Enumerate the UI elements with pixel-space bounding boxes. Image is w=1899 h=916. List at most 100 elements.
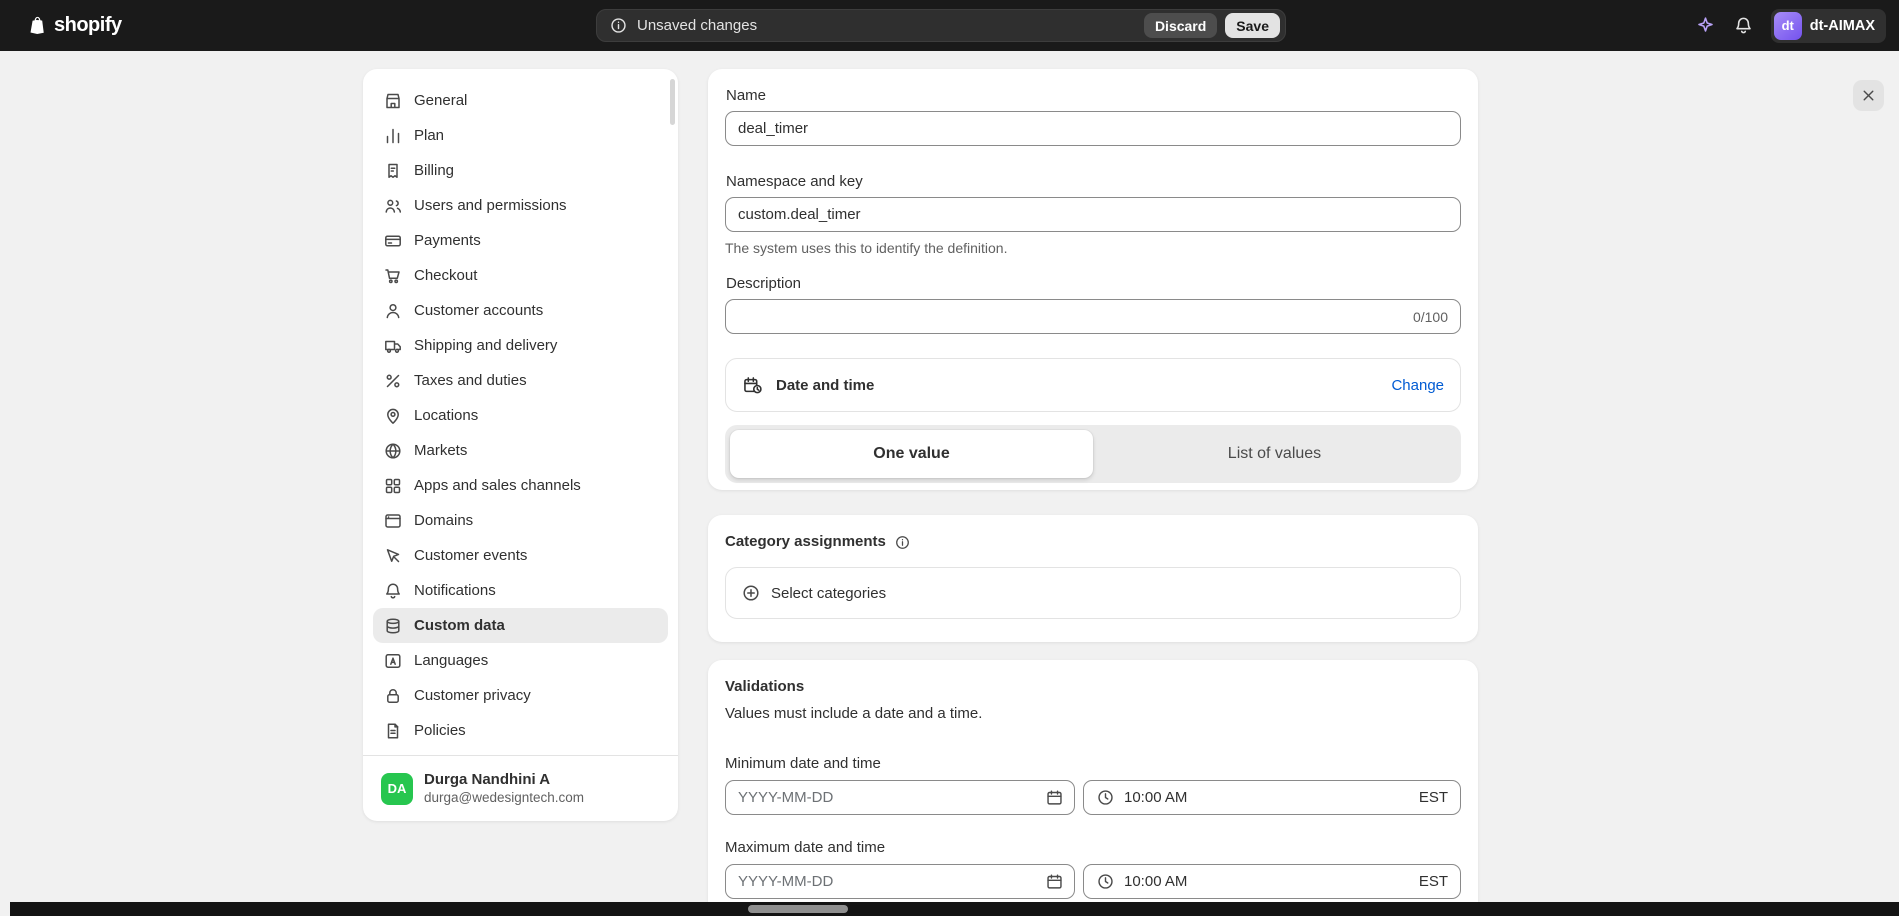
info-icon[interactable] (894, 534, 911, 551)
user-name: Durga Nandhini A (424, 771, 584, 789)
namespace-help-text: The system uses this to identify the def… (725, 240, 1461, 257)
max-time-value: 10:00 AM (1124, 873, 1187, 890)
sidebar-item-label: Customer accounts (414, 302, 543, 319)
namespace-input[interactable] (725, 197, 1461, 232)
sidebar-item-label: Apps and sales channels (414, 477, 581, 494)
sidebar-item-checkout[interactable]: Checkout (373, 258, 668, 293)
calendar-icon[interactable] (1045, 872, 1064, 891)
sidebar-item-domains[interactable]: Domains (373, 503, 668, 538)
sidebar-item-notifications[interactable]: Notifications (373, 573, 668, 608)
sidekick-sparkle-icon[interactable] (1695, 15, 1716, 36)
max-date-time-label: Maximum date and time (725, 839, 1461, 857)
store-avatar: dt (1774, 12, 1802, 40)
sidebar-item-policies[interactable]: Policies (373, 713, 668, 748)
location-pin-icon (383, 406, 403, 426)
sidebar-item-label: Domains (414, 512, 473, 529)
discard-button[interactable]: Discard (1144, 13, 1217, 38)
close-button[interactable] (1853, 80, 1884, 111)
namespace-label: Namespace and key (726, 173, 1461, 191)
value-type-toggle: One valueList of values (725, 425, 1461, 483)
sidebar-item-users-and-permissions[interactable]: Users and permissions (373, 188, 668, 223)
shopify-logo[interactable]: shopify (26, 14, 122, 37)
save-button[interactable]: Save (1225, 13, 1280, 38)
user-avatar: DA (381, 773, 413, 805)
description-input[interactable] (725, 299, 1461, 334)
sidebar-item-label: Checkout (414, 267, 477, 284)
settings-nav: GeneralPlanBilling Users and permissions P… (373, 83, 668, 748)
notifications-bell-icon[interactable] (1733, 15, 1754, 36)
close-icon (1859, 86, 1878, 105)
store-icon (383, 91, 403, 111)
cart-icon (383, 266, 403, 286)
clock-icon (1096, 788, 1115, 807)
max-date-input[interactable] (725, 864, 1075, 899)
store-name: dt-AIMAX (1810, 18, 1875, 34)
min-time-value: 10:00 AM (1124, 789, 1187, 806)
horizontal-scrollbar-thumb[interactable] (748, 905, 848, 913)
description-char-counter: 0/100 (1413, 309, 1448, 325)
change-type-link[interactable]: Change (1391, 377, 1444, 394)
taxes-icon (383, 371, 403, 391)
validations-subtitle: Values must include a date and a time. (725, 705, 1461, 723)
top-bar: shopify Unsaved changes Discard Save dt … (0, 0, 1899, 51)
max-timezone-label: EST (1419, 873, 1448, 890)
shopify-wordmark: shopify (54, 14, 122, 37)
sidebar-item-label: Policies (414, 722, 466, 739)
shopify-admin: shopify Unsaved changes Discard Save dt … (0, 0, 1899, 916)
policies-icon (383, 721, 403, 741)
select-categories-label: Select categories (771, 585, 886, 602)
language-icon (383, 651, 403, 671)
validations-title: Validations (725, 678, 1461, 696)
sidebar-item-custom-data[interactable]: Custom data (373, 608, 668, 643)
sidebar-item-label: Payments (414, 232, 481, 249)
sidebar-item-locations[interactable]: Locations (373, 398, 668, 433)
category-assignments-card: Category assignments Select categories (708, 515, 1478, 642)
calendar-icon[interactable] (1045, 788, 1064, 807)
payments-icon (383, 231, 403, 251)
domains-icon (383, 511, 403, 531)
sidebar-item-label: Customer events (414, 547, 527, 564)
user-card[interactable]: DA Durga Nandhini A durga@wedesigntech.c… (363, 756, 678, 821)
billing-icon (383, 161, 403, 181)
sidebar-item-general[interactable]: General (373, 83, 668, 118)
sidebar-item-customer-privacy[interactable]: Customer privacy (373, 678, 668, 713)
toggle-option-one-value[interactable]: One value (730, 430, 1093, 478)
sidebar-item-label: Markets (414, 442, 467, 459)
toggle-option-list-of-values[interactable]: List of values (1093, 430, 1456, 478)
sidebar-scrollbar-thumb[interactable] (670, 79, 675, 125)
calendar-time-icon (742, 375, 763, 396)
plan-icon (383, 126, 403, 146)
database-icon (383, 616, 403, 636)
sidebar-item-apps-and-sales-channels[interactable]: Apps and sales channels (373, 468, 668, 503)
name-label: Name (726, 87, 1461, 105)
store-menu[interactable]: dt dt-AIMAX (1771, 9, 1886, 43)
sidebar-item-label: Users and permissions (414, 197, 567, 214)
alert-info-icon (609, 16, 628, 35)
sidebar-item-taxes-and-duties[interactable]: Taxes and duties (373, 363, 668, 398)
sidebar-item-label: Taxes and duties (414, 372, 527, 389)
sidebar-item-plan[interactable]: Plan (373, 118, 668, 153)
select-categories-button[interactable]: Select categories (725, 567, 1461, 619)
max-time-input[interactable]: 10:00 AM EST (1083, 864, 1461, 899)
bell-icon (383, 581, 403, 601)
globe-icon (383, 441, 403, 461)
sidebar-item-payments[interactable]: Payments (373, 223, 668, 258)
name-input[interactable] (725, 111, 1461, 146)
person-icon (383, 301, 403, 321)
shopify-bag-icon (26, 14, 49, 37)
cursor-icon (383, 546, 403, 566)
metafield-definition-card: Name Namespace and key The system uses t… (708, 69, 1478, 490)
sidebar-item-billing[interactable]: Billing (373, 153, 668, 188)
sidebar-item-markets[interactable]: Markets (373, 433, 668, 468)
sidebar-item-customer-accounts[interactable]: Customer accounts (373, 293, 668, 328)
sidebar-item-customer-events[interactable]: Customer events (373, 538, 668, 573)
sidebar-item-languages[interactable]: Languages (373, 643, 668, 678)
min-date-input[interactable] (725, 780, 1075, 815)
description-label: Description (726, 275, 1461, 293)
min-time-input[interactable]: 10:00 AM EST (1083, 780, 1461, 815)
content-type-row: Date and time Change (725, 358, 1461, 412)
sidebar-item-shipping-and-delivery[interactable]: Shipping and delivery (373, 328, 668, 363)
scrollbar-corner (0, 902, 10, 916)
banner-actions: Discard Save (1144, 13, 1280, 38)
sidebar-item-label: Customer privacy (414, 687, 531, 704)
